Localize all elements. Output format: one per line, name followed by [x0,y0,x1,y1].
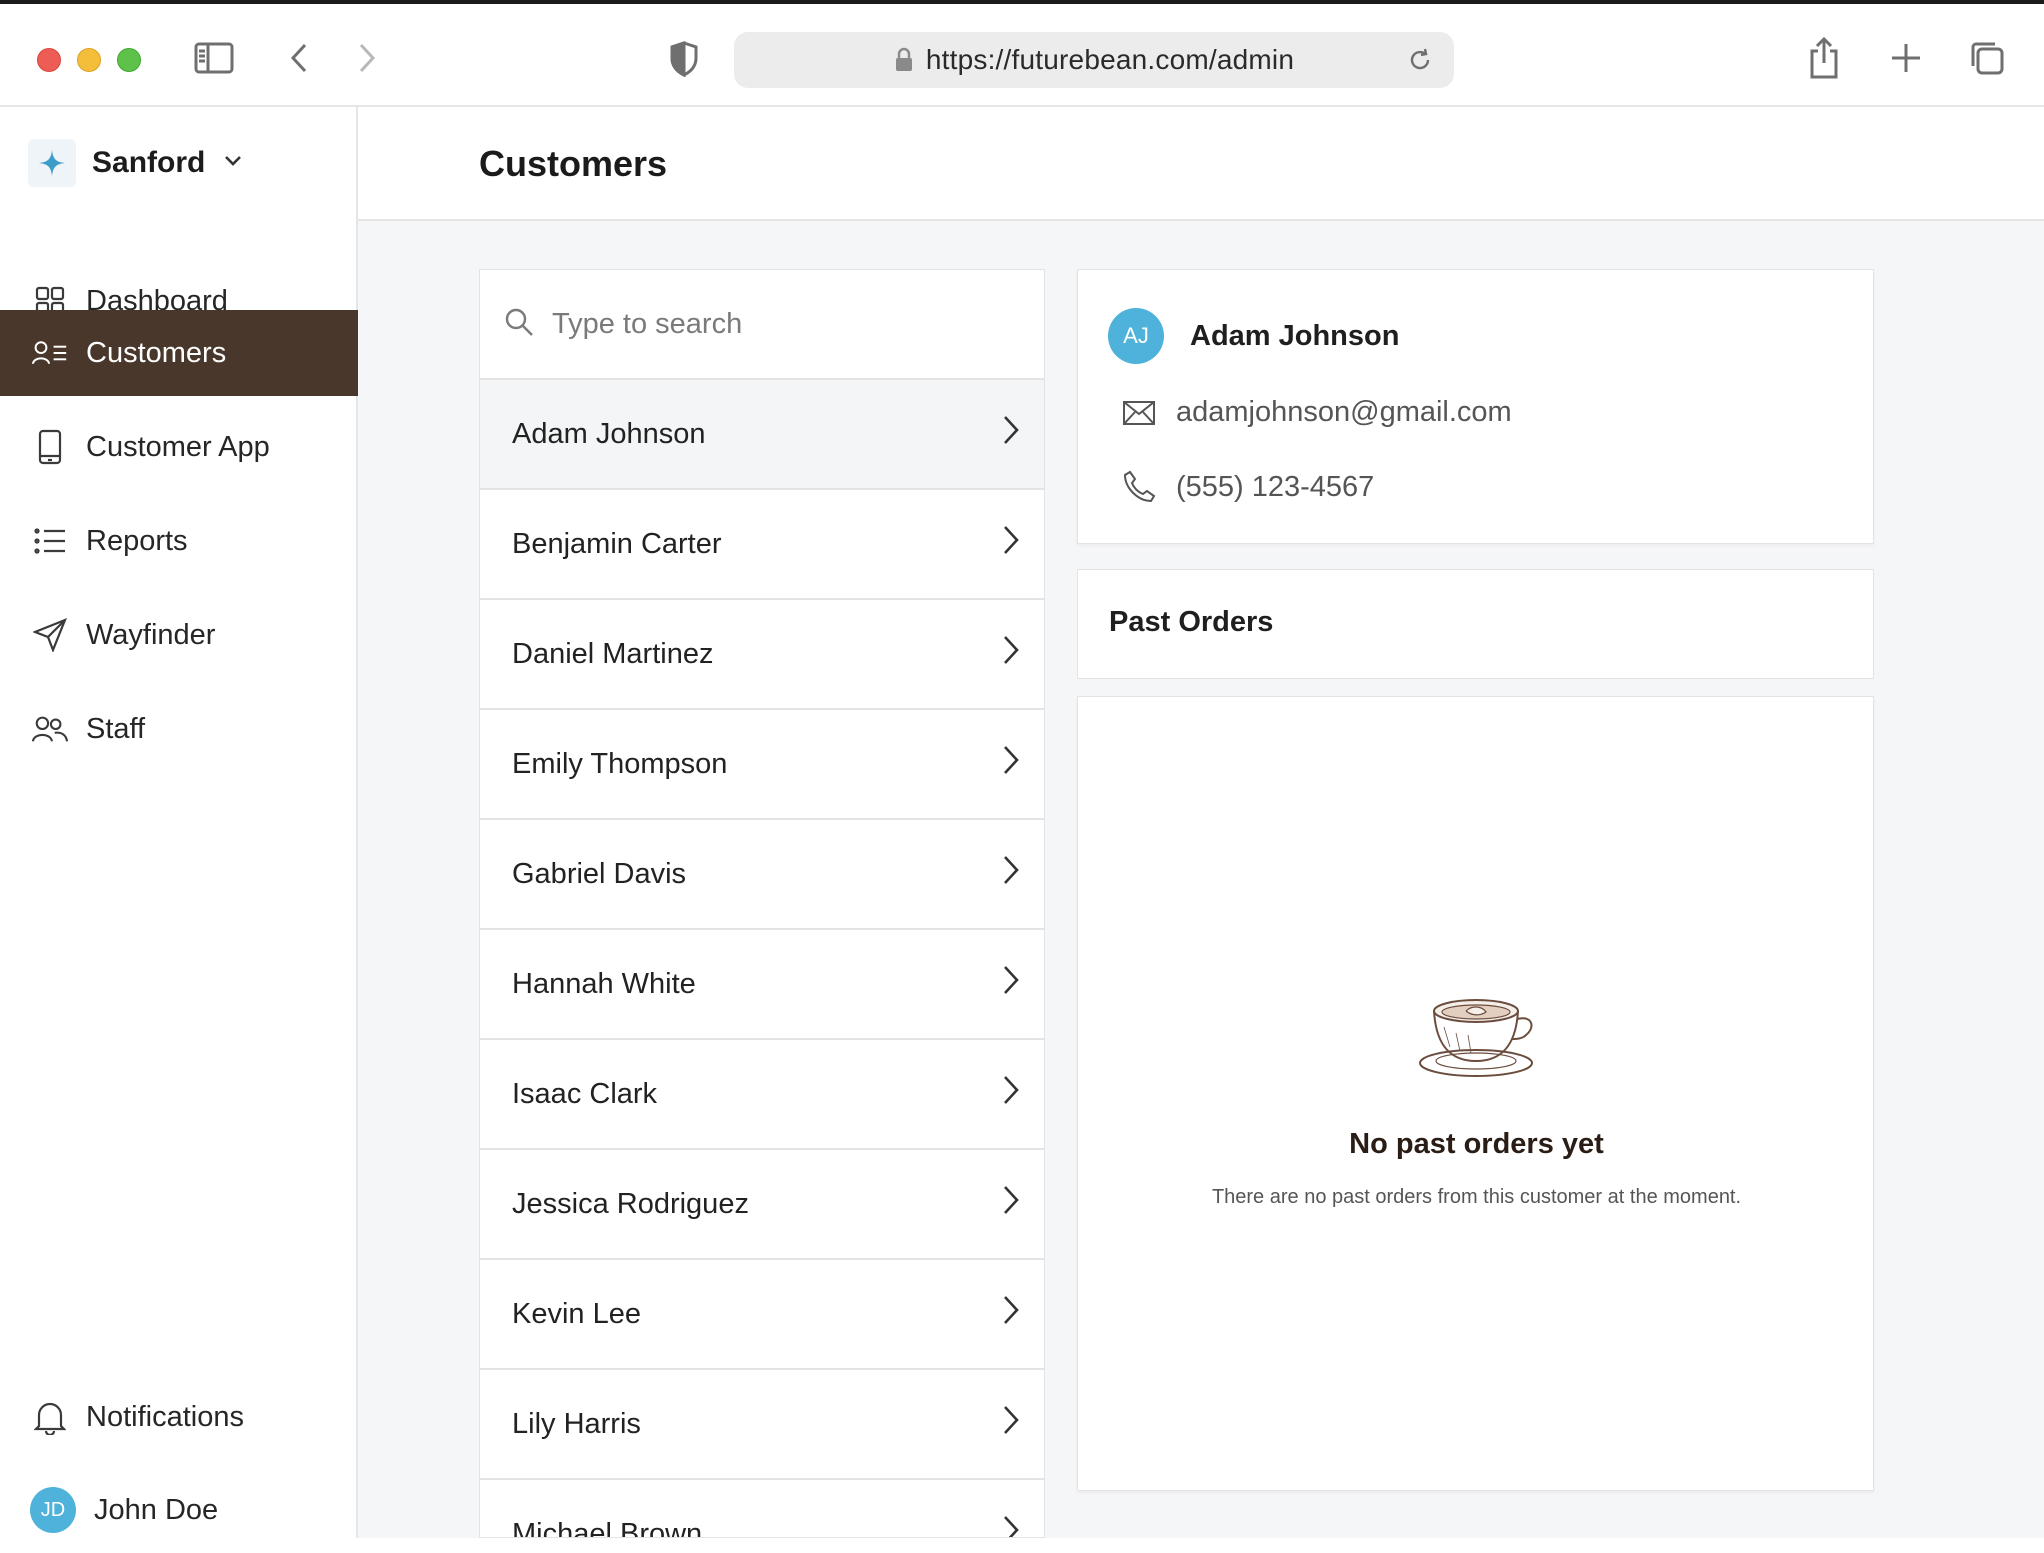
sidebar-item-label: Wayfinder [86,618,216,651]
avatar: AJ [1108,308,1164,364]
customer-list-panel: Adam Johnson Benjamin Carter Daniel Mart… [479,269,1045,1538]
sidebar-toggle-icon[interactable] [194,40,234,76]
customer-name: Michael Brown [512,1517,703,1538]
customer-row[interactable]: Kevin Lee [480,1260,1044,1370]
bell-icon [32,1399,68,1435]
chevron-right-icon [1002,1074,1020,1114]
customer-name: Emily Thompson [512,747,728,780]
customer-name: Isaac Clark [512,1077,658,1110]
customers-list-icon [32,335,68,371]
page-header: Customers [358,107,2044,221]
list-icon [32,523,68,559]
customer-name: Jessica Rodriguez [512,1187,749,1220]
customer-row[interactable]: Benjamin Carter [480,490,1044,600]
tabs-overview-icon[interactable] [1968,38,2006,78]
reload-icon[interactable] [1406,46,1434,79]
customer-row[interactable]: Michael Brown [480,1480,1044,1538]
chevron-right-icon [1002,1514,1020,1537]
sidebar-item-reports[interactable]: Reports [0,498,358,584]
sparkle-logo-icon [28,139,76,187]
customer-phone[interactable]: (555) 123-4567 [1176,471,1374,504]
customer-row[interactable]: Daniel Martinez [480,600,1044,710]
chevron-right-icon [1002,1404,1020,1444]
customer-name: Hannah White [512,967,696,1000]
email-row: adamjohnson@gmail.com [1122,396,1512,429]
main-content: Customers Adam Johnson Benjamin Carter D… [358,107,2044,1538]
empty-state-title: No past orders yet [1349,1128,1604,1160]
chevron-right-icon [1002,854,1020,894]
page-title: Customers [479,143,668,184]
chevron-right-icon [1002,524,1020,564]
customer-detail-name: Adam Johnson [1190,320,1400,352]
org-switcher[interactable]: Sanford [28,139,243,187]
customer-row[interactable]: Gabriel Davis [480,820,1044,930]
share-icon[interactable] [1806,36,1842,80]
customer-email[interactable]: adamjohnson@gmail.com [1176,396,1512,429]
customer-name: Benjamin Carter [512,527,722,560]
past-orders-title: Past Orders [1109,606,1274,638]
minimize-window-button[interactable] [77,48,101,72]
customer-row[interactable]: Jessica Rodriguez [480,1150,1044,1260]
chevron-right-icon [1002,414,1020,454]
customer-name: Lily Harris [512,1407,641,1440]
sidebar-item-label: Customers [86,336,227,369]
new-tab-icon[interactable] [1888,40,1924,76]
user-menu[interactable]: JD John Doe [0,1467,358,1553]
past-orders-panel: No past orders yet There are no past ord… [1077,696,1874,1491]
forward-icon[interactable] [352,40,382,76]
sidebar-item-label: Customer App [86,430,270,463]
mail-icon [1123,400,1155,425]
mobile-phone-icon [32,429,68,465]
customer-row[interactable]: Lily Harris [480,1370,1044,1480]
customer-name: Daniel Martinez [512,637,714,670]
sidebar-item-staff[interactable]: Staff [0,686,358,772]
url-text: https://futurebean.com/admin [925,44,1295,75]
customer-detail-card: AJ Adam Johnson adamjohnson@gmail.com (5… [1077,269,1874,544]
address-bar[interactable]: https://futurebean.com/admin [734,32,1454,88]
sidebar-item-label: Reports [86,524,188,557]
search-bar [480,270,1044,380]
search-icon [504,307,534,342]
navigation-arrow-icon [32,617,68,653]
lock-icon [895,47,912,71]
users-icon [32,711,68,747]
sidebar: Sanford Dashboard Customers Customer App… [0,107,358,1538]
sidebar-item-customers[interactable]: Customers [0,310,358,396]
sidebar-item-wayfinder[interactable]: Wayfinder [0,592,358,678]
avatar: JD [30,1487,76,1533]
customer-name: Adam Johnson [512,417,706,450]
back-icon[interactable] [284,40,314,76]
chevron-right-icon [1002,1184,1020,1224]
customer-row[interactable]: Isaac Clark [480,1040,1044,1150]
empty-state-message: There are no past orders from this custo… [1211,1186,1742,1208]
sidebar-item-label: Notifications [86,1400,244,1433]
phone-row: (555) 123-4567 [1122,470,1374,504]
customer-row[interactable]: Hannah White [480,930,1044,1040]
sidebar-item-notifications[interactable]: Notifications [0,1374,358,1460]
customer-list: Adam Johnson Benjamin Carter Daniel Mart… [480,380,1044,1538]
browser-toolbar: https://futurebean.com/admin [0,0,2044,107]
customer-row[interactable]: Emily Thompson [480,710,1044,820]
customer-name: Gabriel Davis [512,857,687,890]
sidebar-item-label: Staff [86,712,146,745]
chevron-right-icon [1002,964,1020,1004]
phone-icon [1123,470,1156,503]
chevron-right-icon [1002,744,1020,784]
search-input[interactable] [552,307,992,341]
sidebar-item-customer-app[interactable]: Customer App [0,404,358,490]
org-name: Sanford [92,146,206,179]
maximize-window-button[interactable] [117,48,141,72]
coffee-cup-icon [1416,997,1540,1086]
customer-name: Kevin Lee [512,1297,641,1330]
past-orders-header: Past Orders [1077,569,1874,679]
user-name: John Doe [94,1493,219,1526]
chevron-right-icon [1002,1294,1020,1334]
close-window-button[interactable] [37,48,61,72]
chevron-down-icon [223,154,243,173]
privacy-shield-icon[interactable] [666,40,702,78]
customer-row[interactable]: Adam Johnson [480,380,1044,490]
chevron-right-icon [1002,634,1020,674]
